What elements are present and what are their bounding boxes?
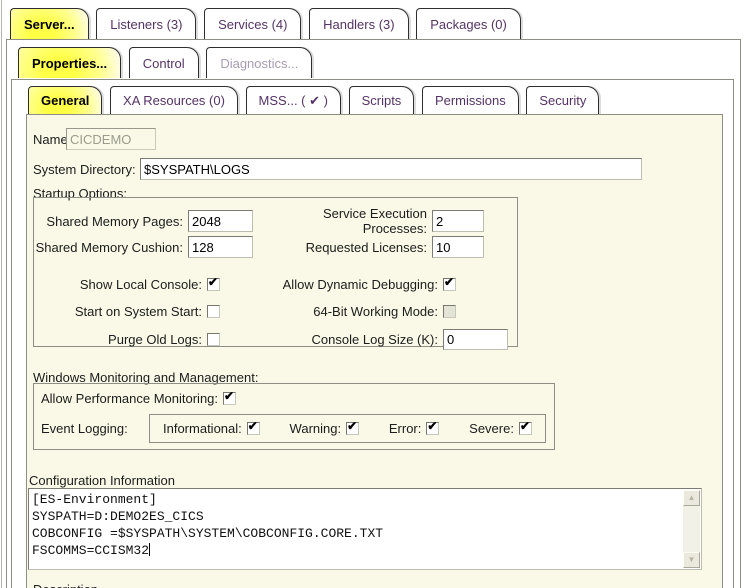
tab-handlers[interactable]: Handlers (3) (309, 8, 409, 39)
configuration-information-textarea[interactable]: [ES-Environment] SYSPATH=D:DEMO2ES_CICS … (28, 488, 702, 570)
check-icon: ✔ (248, 419, 258, 434)
shared-memory-pages-label: Shared Memory Pages: (34, 214, 188, 229)
error-label: Error: (389, 421, 422, 436)
allow-performance-monitoring-checkbox[interactable]: ✔ (223, 392, 236, 405)
tab-packages[interactable]: Packages (0) (416, 8, 521, 39)
name-field (66, 128, 156, 150)
system-directory-field[interactable] (140, 158, 642, 180)
tab-xa-resources[interactable]: XA Resources (0) (110, 86, 238, 114)
scroll-down-icon: ▼ (688, 555, 696, 564)
purge-old-logs-checkbox[interactable]: ✔ (207, 333, 220, 346)
requested-licenses-field[interactable] (432, 236, 484, 258)
event-logging-label: Event Logging: (41, 421, 149, 436)
start-on-system-start-checkbox[interactable]: ✔ (207, 305, 220, 318)
tab-diagnostics[interactable]: Diagnostics... (206, 47, 312, 78)
check-icon: ✔ (427, 419, 437, 434)
tab-permissions[interactable]: Permissions (422, 86, 519, 114)
tab-server[interactable]: Server... (10, 8, 89, 39)
shared-memory-cushion-label: Shared Memory Cushion: (34, 240, 188, 255)
console-log-size-field[interactable] (443, 329, 508, 350)
check-icon: ✔ (520, 419, 530, 434)
system-directory-label: System Directory: (33, 162, 136, 177)
shared-memory-cushion-field[interactable] (188, 236, 253, 258)
tab-scripts[interactable]: Scripts (349, 86, 415, 114)
configuration-text: [ES-Environment] SYSPATH=D:DEMO2ES_CICS … (32, 492, 383, 558)
informational-checkbox[interactable]: ✔ (247, 422, 260, 435)
server-tab-bar: Server... Listeners (3) Services (4) Han… (10, 8, 525, 39)
tab-security[interactable]: Security (526, 86, 599, 114)
general-properties-form: Name: System Directory: Startup Options:… (26, 114, 723, 588)
64-bit-working-mode-label: 64-Bit Working Mode: (263, 304, 443, 319)
scroll-up-icon: ▲ (688, 493, 696, 502)
monitoring-group: Allow Performance Monitoring: ✔ Event Lo… (33, 383, 555, 450)
tab-listeners[interactable]: Listeners (3) (96, 8, 196, 39)
show-local-console-checkbox[interactable]: ✔ (207, 278, 220, 291)
check-icon: ✔ (208, 275, 218, 290)
requested-licenses-label: Requested Licenses: (263, 240, 432, 255)
service-execution-processes-field[interactable] (432, 210, 484, 232)
show-local-console-label: Show Local Console: (34, 277, 207, 292)
tab-mss[interactable]: MSS... ( ✔ ) (246, 86, 341, 114)
scroll-up-button[interactable]: ▲ (683, 490, 700, 506)
frame-border (1, 0, 2, 588)
warning-label: Warning: (290, 421, 342, 436)
informational-label: Informational: (163, 421, 242, 436)
tab-properties[interactable]: Properties... (18, 47, 121, 78)
error-checkbox[interactable]: ✔ (426, 422, 439, 435)
event-logging-group: Informational: ✔ Warning: ✔ Error: ✔ Sev… (149, 414, 546, 443)
allow-dynamic-debugging-label: Allow Dynamic Debugging: (263, 277, 443, 292)
warning-checkbox[interactable]: ✔ (346, 422, 359, 435)
description-label: Description (33, 582, 98, 588)
start-on-system-start-label: Start on System Start: (34, 304, 207, 319)
scroll-down-button[interactable]: ▼ (683, 552, 700, 568)
check-icon: ✔ (347, 419, 357, 434)
tab-general[interactable]: General (28, 86, 102, 114)
properties-tab-bar: Properties... Control Diagnostics... (18, 47, 316, 78)
purge-old-logs-label: Purge Old Logs: (34, 332, 207, 347)
console-log-size-label: Console Log Size (K): (263, 332, 443, 347)
scrollbar[interactable]: ▲ ▼ (683, 490, 700, 568)
tab-control[interactable]: Control (129, 47, 199, 78)
tab-services[interactable]: Services (4) (204, 8, 301, 39)
shared-memory-pages-field[interactable] (188, 210, 253, 232)
severe-label: Severe: (469, 421, 514, 436)
allow-performance-monitoring-label: Allow Performance Monitoring: (41, 391, 218, 406)
severe-checkbox[interactable]: ✔ (519, 422, 532, 435)
configuration-information-label: Configuration Information (29, 473, 175, 488)
startup-options-group: Shared Memory Pages: Service Execution P… (33, 197, 518, 347)
text-cursor (149, 543, 150, 556)
service-execution-processes-label: Service Execution Processes: (263, 206, 432, 236)
check-icon: ✔ (444, 275, 454, 290)
64-bit-working-mode-checkbox: ✔ (443, 305, 456, 318)
allow-dynamic-debugging-checkbox[interactable]: ✔ (443, 278, 456, 291)
general-tab-bar: General XA Resources (0) MSS... ( ✔ ) Sc… (28, 86, 603, 114)
enterprise-server-admin-page: Server... Listeners (3) Services (4) Han… (0, 0, 750, 588)
check-icon: ✔ (224, 389, 234, 404)
